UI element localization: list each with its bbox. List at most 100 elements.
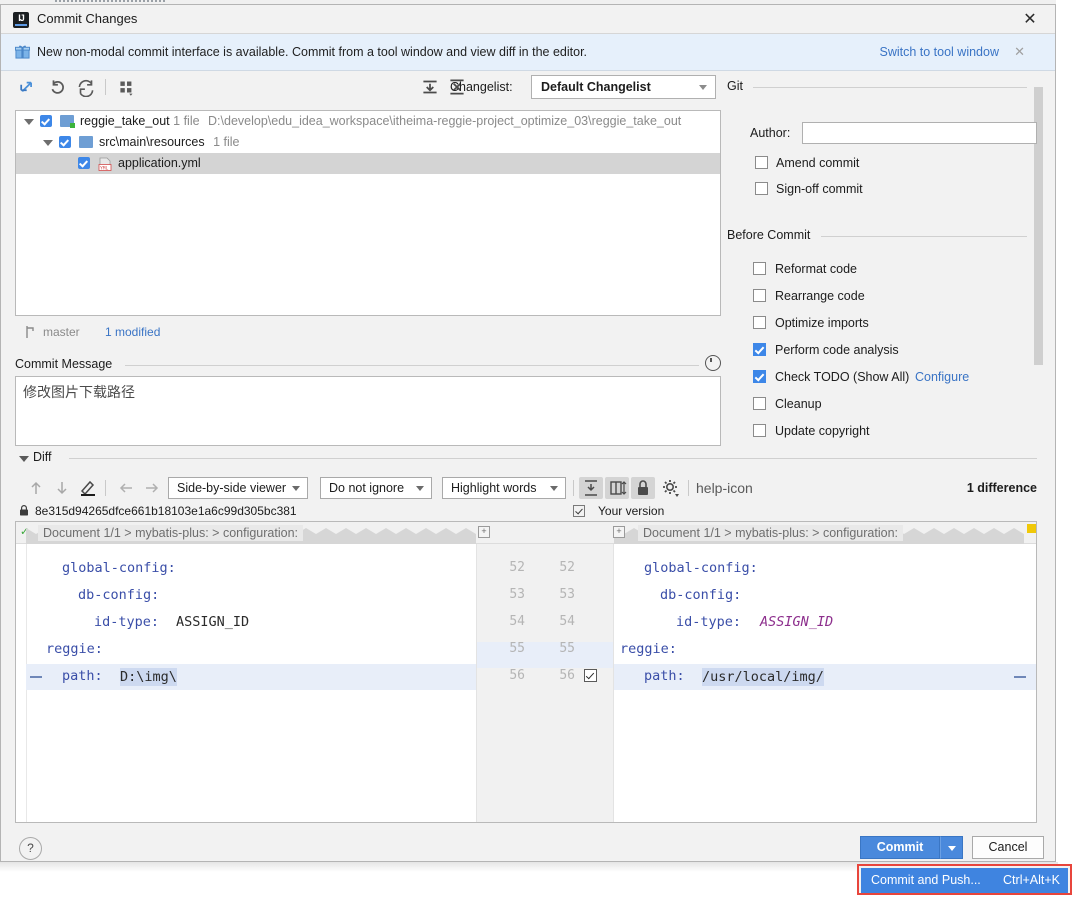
read-only-lock-icon[interactable] — [631, 477, 655, 499]
optimize-imports-checkbox[interactable] — [753, 316, 766, 329]
collapse-selection-icon[interactable] — [19, 77, 41, 97]
chevron-down-icon — [550, 486, 558, 491]
help-icon[interactable]: ? — [19, 837, 42, 860]
diff-toolbar: Side-by-side viewer Do not ignore Highli… — [15, 475, 1037, 502]
expand-all-icon[interactable] — [419, 77, 441, 97]
page-title: Commit Changes — [37, 11, 137, 26]
diff-viewer[interactable]: ✓ Document 1/1 > mybatis-plus: > configu… — [15, 521, 1037, 823]
module-folder-icon — [60, 115, 74, 127]
pencil-icon[interactable] — [77, 477, 99, 499]
your-version-label: Your version — [598, 504, 664, 518]
code-line-right: id-type: — [676, 614, 741, 630]
code-line-left: global-config: — [62, 560, 176, 576]
refresh-icon[interactable] — [75, 77, 97, 97]
highlight-mode-dropdown[interactable]: Highlight words — [442, 477, 566, 499]
diff-right-pane[interactable]: global-config: db-config: id-type: ASSIG… — [614, 544, 1036, 823]
reformat-code-checkbox[interactable] — [753, 262, 766, 275]
line-number-right: 53 — [549, 587, 575, 602]
chevron-down-icon[interactable] — [19, 456, 29, 462]
code-value-left: ASSIGN_ID — [176, 614, 249, 630]
chevron-down-icon — [292, 486, 300, 491]
diff-left-pane[interactable]: global-config: db-config: id-type: ASSIG… — [16, 544, 476, 823]
perform-code-analysis-checkbox[interactable] — [753, 343, 766, 356]
show-whitespace-icon[interactable] — [605, 477, 629, 499]
line-number-right: 55 — [549, 641, 575, 656]
accept-change-checkbox[interactable] — [584, 669, 597, 682]
modification-marker — [1027, 524, 1036, 533]
rearrange-code-checkbox[interactable] — [753, 289, 766, 302]
menu-item-commit-and-push[interactable]: Commit and Push... Ctrl+Alt+K — [861, 868, 1068, 893]
commit-message-input[interactable]: 修改图片下载路径 — [15, 376, 721, 446]
table-row[interactable]: YML application.yml — [16, 153, 720, 174]
perform-code-analysis-label: Perform code analysis — [775, 343, 899, 357]
chevron-down-icon — [416, 486, 424, 491]
cancel-button[interactable]: Cancel — [972, 836, 1044, 859]
your-version-checkbox[interactable] — [573, 505, 585, 517]
commit-dropdown-menu: Commit and Push... Ctrl+Alt+K — [857, 864, 1072, 895]
before-commit-section-title: Before Commit — [727, 228, 816, 242]
row-checkbox[interactable] — [40, 115, 52, 127]
cleanup-label: Cleanup — [775, 397, 822, 411]
chevron-down-icon[interactable] — [43, 140, 53, 146]
arrow-right-icon[interactable] — [141, 477, 163, 499]
tree-item-meta: 1 file — [173, 114, 199, 128]
arrow-down-icon[interactable] — [51, 477, 73, 499]
breadcrumb[interactable]: Document 1/1 > mybatis-plus: > configura… — [638, 525, 903, 541]
configure-link[interactable]: Configure — [915, 370, 969, 384]
update-copyright-checkbox[interactable] — [753, 424, 766, 437]
lock-icon — [19, 505, 29, 516]
gear-icon[interactable] — [659, 477, 683, 499]
switch-to-tool-window-link[interactable]: Switch to tool window — [879, 45, 999, 59]
optimize-imports-label: Optimize imports — [775, 316, 869, 330]
author-field[interactable] — [802, 122, 1037, 144]
revision-info-row: 8e315d94265dfce661b18103e1a6c99d305bc381… — [15, 503, 1037, 521]
ignore-mode-dropdown[interactable]: Do not ignore — [320, 477, 432, 499]
clock-icon[interactable] — [705, 355, 721, 371]
reformat-code-label: Reformat code — [775, 262, 857, 276]
git-branch-icon — [24, 325, 37, 339]
changelist-dropdown[interactable]: Default Changelist — [531, 75, 716, 99]
notification-banner: New non-modal commit interface is availa… — [1, 34, 1055, 71]
code-line-right: global-config: — [644, 560, 758, 576]
expand-right-icon[interactable]: + — [613, 526, 625, 538]
line-number-left: 54 — [499, 614, 525, 629]
table-row[interactable]: reggie_take_out 1 file D:\develop\edu_id… — [16, 111, 720, 132]
git-section-title: Git — [727, 79, 749, 93]
help-icon[interactable]: help-icon — [696, 480, 753, 496]
deleted-line-marker — [30, 676, 42, 678]
group-by-icon[interactable] — [116, 77, 138, 97]
yml-file-icon: YML — [98, 157, 112, 171]
arrow-up-icon[interactable] — [25, 477, 47, 499]
changed-files-tree[interactable]: reggie_take_out 1 file D:\develop\edu_id… — [15, 110, 721, 316]
commit-message-label: Commit Message — [15, 357, 118, 371]
code-line-left: id-type: — [94, 614, 159, 630]
code-line-right: db-config: — [660, 587, 741, 603]
viewer-mode-dropdown[interactable]: Side-by-side viewer — [168, 477, 308, 499]
cleanup-checkbox[interactable] — [753, 397, 766, 410]
rollback-icon[interactable] — [48, 77, 70, 97]
git-options-panel: Git Author: Amend commit Sign-off commit… — [727, 83, 1037, 443]
diff-section-header: Diff — [15, 451, 1037, 467]
breadcrumb[interactable]: Document 1/1 > mybatis-plus: > configura… — [38, 525, 303, 541]
line-number-left: 56 — [499, 668, 525, 683]
chevron-down-icon[interactable] — [24, 119, 34, 125]
author-label: Author: — [750, 126, 790, 140]
row-checkbox[interactable] — [59, 136, 71, 148]
notification-close-icon[interactable]: ✕ — [1014, 44, 1025, 60]
sign-off-commit-label: Sign-off commit — [776, 182, 863, 196]
commit-dropdown-button[interactable] — [940, 836, 963, 859]
amend-commit-checkbox[interactable] — [755, 156, 768, 169]
changelist-label: Changelist: — [450, 80, 513, 94]
collapse-unchanged-icon[interactable] — [579, 477, 603, 499]
commit-button[interactable]: Commit — [860, 836, 940, 859]
check-todo-checkbox[interactable] — [753, 370, 766, 383]
arrow-left-icon[interactable] — [115, 477, 137, 499]
sign-off-commit-checkbox[interactable] — [755, 182, 768, 195]
table-row[interactable]: src\main\resources 1 file — [16, 132, 720, 153]
changed-line-highlight-gutter — [477, 642, 613, 668]
expand-left-icon[interactable]: + — [478, 526, 490, 538]
row-checkbox[interactable] — [78, 157, 90, 169]
close-icon[interactable]: ✕ — [1015, 9, 1045, 31]
modified-count[interactable]: 1 modified — [105, 325, 160, 339]
line-number-left: 55 — [499, 641, 525, 656]
